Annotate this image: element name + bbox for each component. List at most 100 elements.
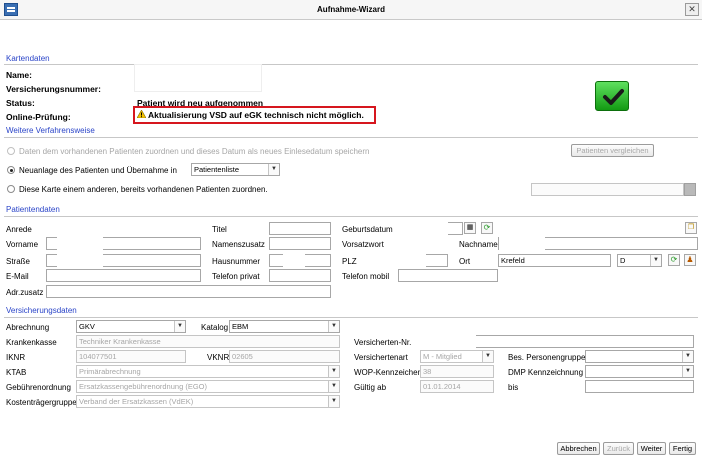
divider — [4, 64, 698, 65]
neuanlage-liste-select[interactable]: Patientenliste ▼ — [191, 163, 280, 176]
bis-input[interactable] — [585, 380, 694, 393]
chevron-down-icon: ▼ — [482, 351, 493, 362]
refresh-icon[interactable]: ⟳ — [481, 222, 493, 234]
versicherten-nr-label: Versicherten-Nr. — [354, 338, 412, 347]
chevron-down-icon: ▼ — [328, 321, 339, 332]
ort-label: Ort — [459, 257, 471, 266]
telefon-privat-label: Telefon privat — [212, 272, 260, 281]
status-label: Status: — [6, 98, 35, 108]
divider — [4, 317, 698, 318]
kostentraegergruppe-label: Kostenträgergruppe — [6, 398, 77, 407]
ktab-select[interactable]: Primärabrechnung ▼ — [76, 365, 340, 378]
titel-label: Titel — [212, 225, 227, 234]
versicherungsnummer-label: Versicherungsnummer: — [6, 84, 101, 94]
patient-search-field[interactable] — [531, 183, 684, 196]
radio-option-andere-karte[interactable] — [7, 185, 15, 193]
window-title: Aufnahme-Wizard — [317, 5, 385, 14]
anrede-label: Anrede — [6, 225, 32, 234]
abbrechen-button[interactable]: Abbrechen — [557, 442, 600, 455]
patienten-vergleichen-button[interactable]: Patienten vergleichen — [571, 144, 654, 157]
wop-kennzeichen-label: WOP-Kennzeichen — [354, 368, 423, 377]
vknr-input[interactable]: 02605 — [229, 350, 340, 363]
bes-personengruppe-label: Bes. Personengruppe — [508, 353, 586, 362]
abrechnung-value: GKV — [79, 322, 95, 331]
hausnummer-label: Hausnummer — [212, 257, 261, 266]
bes-personengruppe-select[interactable]: ▼ — [585, 350, 694, 363]
email-input[interactable] — [46, 269, 201, 282]
checkmark-icon — [595, 81, 629, 111]
section-weitere-verfahrensweise: Weitere Verfahrensweise — [6, 126, 95, 135]
abrechnung-select[interactable]: GKV ▼ — [76, 320, 186, 333]
fertig-button[interactable]: Fertig — [669, 442, 696, 455]
person-icon[interactable]: ♟ — [684, 254, 696, 266]
versichertenart-select[interactable]: M - Mitglied ▼ — [420, 350, 494, 363]
kostentraegergruppe-select[interactable]: Verband der Ersatzkassen (VdEK) ▼ — [76, 395, 340, 408]
dmp-kennzeichnung-select[interactable]: ▼ — [585, 365, 694, 378]
namenszusatz-label: Namenszusatz — [212, 240, 265, 249]
gueltig-ab-label: Gültig ab — [354, 383, 387, 392]
telefon-mobil-input[interactable] — [398, 269, 498, 282]
wop-kennzeichen-input[interactable]: 38 — [420, 365, 494, 378]
chevron-down-icon: ▼ — [328, 396, 339, 407]
app-icon — [4, 3, 18, 16]
gebuehrenordnung-select[interactable]: Ersatzkassengebührenordnung (EGO) ▼ — [76, 380, 340, 393]
chevron-down-icon: ▼ — [328, 366, 339, 377]
divider — [4, 137, 698, 138]
gueltig-ab-input[interactable]: 01.01.2014 — [420, 380, 494, 393]
radio-option-zuordnen[interactable] — [7, 147, 15, 155]
online-pruefung-value: Aktualisierung VSD auf eGK technisch nic… — [148, 110, 364, 120]
patient-search-button[interactable] — [684, 183, 696, 196]
ktab-value: Primärabrechnung — [79, 367, 141, 376]
vorname-label: Vorname — [6, 240, 39, 249]
refresh-icon[interactable]: ⟳ — [668, 254, 680, 266]
telefon-mobil-label: Telefon mobil — [342, 272, 390, 281]
redacted-lastname — [499, 234, 545, 251]
zurueck-button[interactable]: Zurück — [603, 442, 634, 455]
redacted-patient-name — [57, 220, 103, 250]
plz-label: PLZ — [342, 257, 357, 266]
katalog-label: Katalog — [201, 323, 229, 332]
nachname-label: Nachname — [459, 240, 498, 249]
iknr-input[interactable]: 104077501 — [76, 350, 186, 363]
chevron-down-icon: ▼ — [682, 366, 693, 377]
copy-icon[interactable]: ❐ — [685, 222, 697, 234]
land-value: D — [620, 256, 626, 265]
close-button[interactable]: ✕ — [685, 3, 699, 16]
versichertenart-label: Versichertenart — [354, 353, 408, 362]
ktab-label: KTAB — [6, 368, 27, 377]
krankenkasse-label: Krankenkasse — [6, 338, 57, 347]
land-select[interactable]: D ▼ — [617, 254, 662, 267]
strasse-label: Straße — [6, 257, 31, 266]
chevron-down-icon: ▼ — [682, 351, 693, 362]
namenszusatz-input[interactable] — [269, 237, 331, 250]
radio-option-neuanlage[interactable] — [7, 166, 15, 174]
redacted-name — [134, 64, 262, 92]
section-kartendaten: Kartendaten — [6, 54, 50, 63]
gebuehrenordnung-value: Ersatzkassengebührenordnung (EGO) — [79, 382, 207, 391]
neuanlage-liste-value: Patientenliste — [194, 165, 240, 174]
vknr-label: VKNR — [207, 353, 230, 362]
geburtsdatum-label: Geburtsdatum — [342, 225, 393, 234]
bis-label: bis — [508, 383, 519, 392]
section-patientendaten: Patientendaten — [6, 205, 60, 214]
adr-zusatz-input[interactable] — [46, 285, 331, 298]
weiter-button[interactable]: Weiter — [637, 442, 666, 455]
telefon-privat-input[interactable] — [269, 269, 331, 282]
abrechnung-label: Abrechnung — [6, 323, 50, 332]
ort-input[interactable]: Krefeld — [498, 254, 611, 267]
calendar-icon[interactable]: ▦ — [464, 222, 476, 234]
section-versicherungsdaten: Versicherungsdaten — [6, 306, 77, 315]
katalog-value: EBM — [232, 322, 249, 331]
krankenkasse-input[interactable]: Techniker Krankenkasse — [76, 335, 340, 348]
redacted-plz — [398, 252, 426, 268]
katalog-select[interactable]: EBM ▼ — [229, 320, 340, 333]
adr-zusatz-label: Adr.zusatz — [6, 288, 44, 297]
titel-input[interactable] — [269, 222, 331, 235]
redacted-birthdate — [398, 220, 448, 250]
divider — [4, 216, 698, 217]
chevron-down-icon: ▼ — [268, 164, 279, 175]
gebuehrenordnung-label: Gebührenordnung — [6, 383, 71, 392]
versichertenart-value: M - Mitglied — [423, 352, 462, 361]
iknr-label: IKNR — [6, 353, 26, 362]
title-bar: Aufnahme-Wizard — [0, 0, 702, 20]
